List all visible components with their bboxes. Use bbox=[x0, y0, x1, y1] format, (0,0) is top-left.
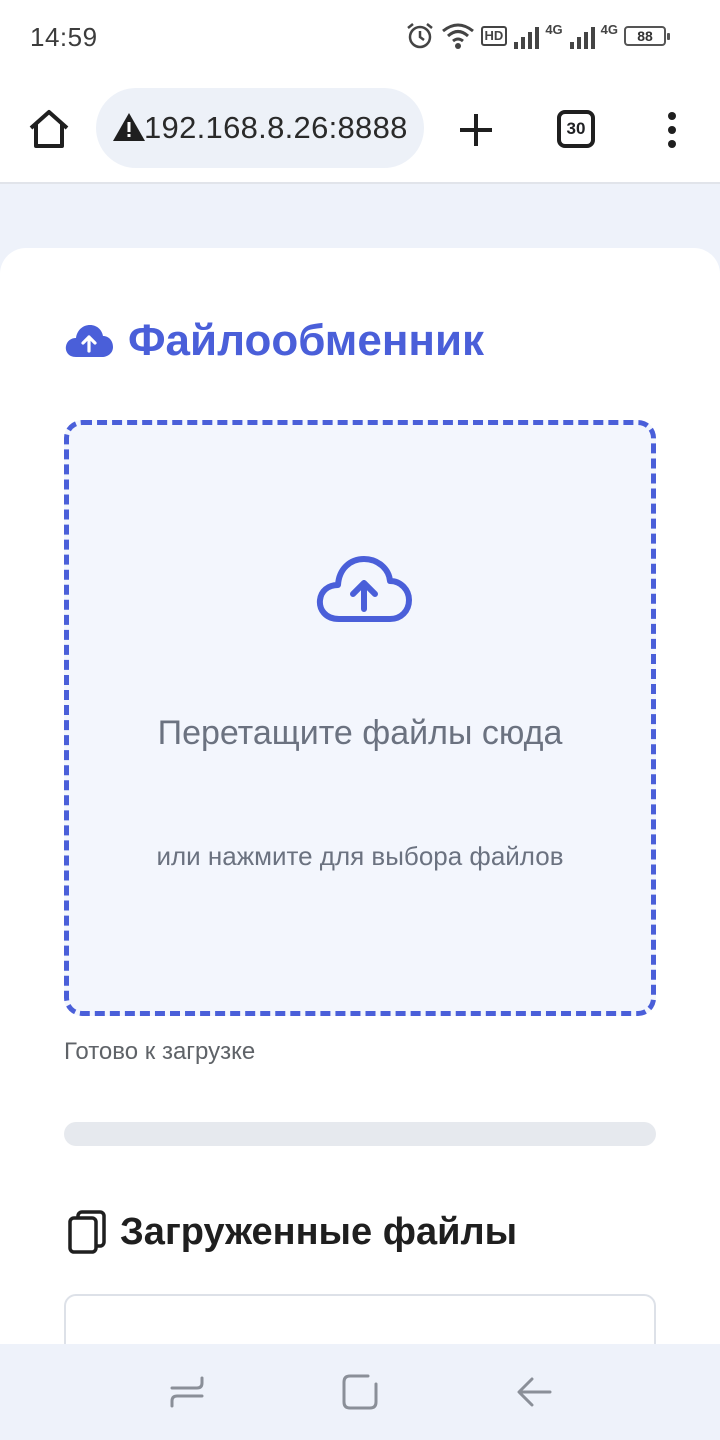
upload-status: Готово к загрузке bbox=[64, 1038, 256, 1065]
back-icon[interactable] bbox=[514, 1372, 554, 1412]
plus-icon[interactable] bbox=[456, 110, 496, 150]
dropzone-main-text: Перетащите файлы сюда bbox=[157, 714, 563, 752]
tabs-icon[interactable]: 30 bbox=[557, 110, 595, 148]
system-navigation-bar bbox=[0, 1344, 720, 1440]
upload-progress-bar bbox=[64, 1122, 656, 1146]
url-text[interactable]: 192.168.8.26:8888 bbox=[144, 110, 408, 146]
copy-files-icon bbox=[68, 1210, 106, 1254]
address-bar[interactable]: 192.168.8.26:8888 bbox=[96, 88, 424, 168]
home-icon[interactable] bbox=[26, 106, 72, 152]
dropzone-sub-text: или нажмите для выбора файлов bbox=[156, 841, 564, 871]
warning-icon[interactable] bbox=[112, 112, 146, 142]
status-icons: HD 4G 4G 88 bbox=[405, 20, 670, 52]
recents-icon[interactable] bbox=[167, 1372, 207, 1412]
status-bar: 14:59 HD 4G 4G 88 bbox=[0, 0, 720, 76]
signal-4g-icon bbox=[569, 27, 595, 49]
wifi-icon bbox=[441, 23, 474, 49]
files-section-title-text: Загруженные файлы bbox=[120, 1210, 518, 1253]
status-time: 14:59 bbox=[30, 22, 98, 52]
menu-icon[interactable] bbox=[660, 110, 684, 150]
page-title-text: Файлообменник bbox=[128, 316, 485, 365]
file-dropzone[interactable]: Перетащите файлы сюда или нажмите для вы… bbox=[64, 420, 656, 1016]
browser-toolbar: 192.168.8.26:8888 30 bbox=[0, 76, 720, 184]
network-type-label: 4G bbox=[600, 21, 618, 37]
battery-icon: 88 bbox=[624, 26, 670, 46]
cloud-upload-icon bbox=[65, 325, 113, 357]
alarm-icon bbox=[406, 23, 433, 49]
cloud-upload-icon bbox=[316, 556, 412, 622]
signal-4g-icon bbox=[514, 27, 540, 49]
home-square-icon[interactable] bbox=[340, 1372, 380, 1412]
network-type-label: 4G bbox=[545, 21, 563, 37]
page-title: Файлообменник bbox=[64, 316, 484, 366]
hd-icon: HD bbox=[480, 26, 508, 46]
files-section-title: Загруженные файлы bbox=[68, 1210, 517, 1254]
